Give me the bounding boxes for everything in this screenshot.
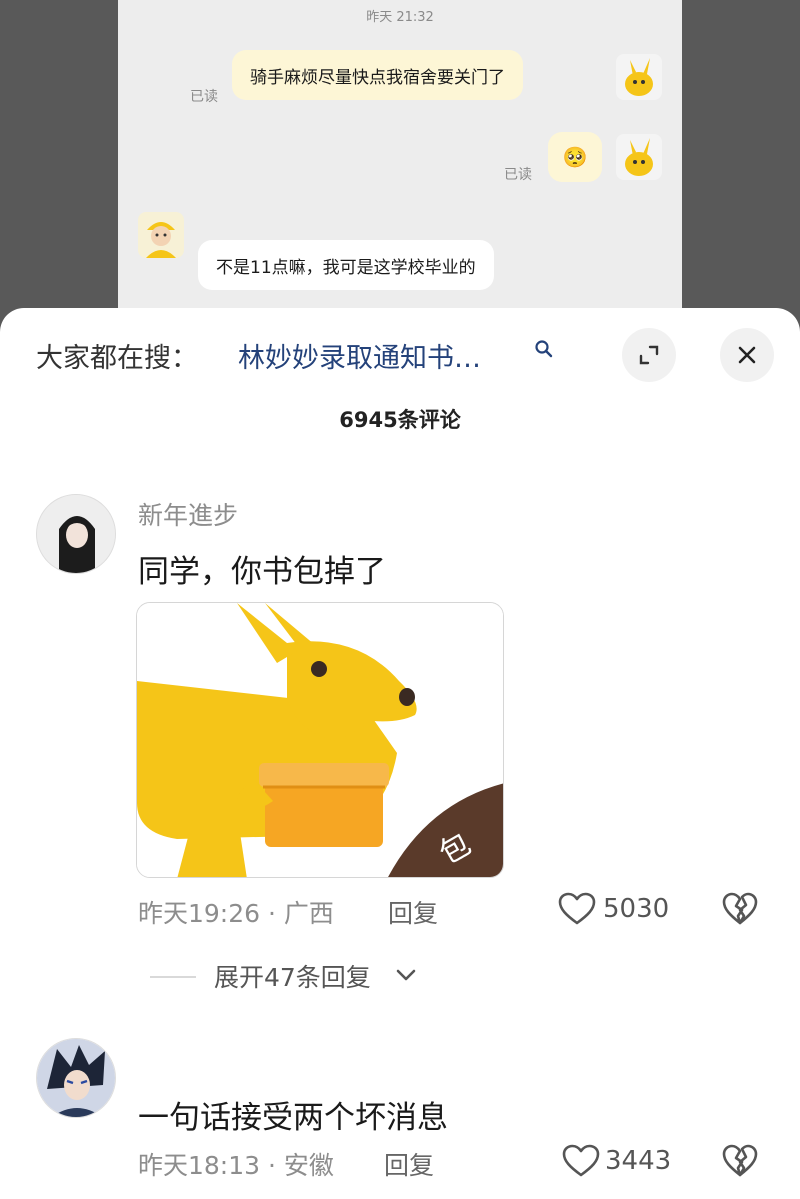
like-count: 5030 — [603, 894, 670, 924]
reply-button[interactable]: 回复 — [384, 1146, 434, 1182]
expand-replies-button[interactable]: 展开47条回复 — [214, 958, 371, 994]
like-count: 3443 — [605, 1146, 672, 1176]
kangaroo-avatar-icon — [616, 134, 662, 180]
heart-icon[interactable] — [558, 892, 596, 926]
broken-heart-icon[interactable] — [722, 892, 758, 926]
expand-icon — [639, 345, 659, 365]
trending-search-link[interactable]: 林妙妙录取通知书… — [238, 336, 481, 375]
user-avatar[interactable] — [36, 1038, 116, 1118]
comment-text: 一句话接受两个坏消息 — [138, 1100, 448, 1136]
user-avatar[interactable] — [36, 494, 116, 574]
expand-button[interactable] — [622, 328, 676, 382]
comment-count: 6945条评论 — [339, 408, 461, 432]
chat-timestamp: 昨天 21:32 — [366, 10, 434, 25]
chat-screenshot: 昨天 21:32 已读 骑手麻烦尽量快点我宿舍要关门了 已读 🥺 不是11点嘛，… — [118, 0, 682, 340]
comment-meta: 昨天18:13 · 安徽 — [138, 1151, 334, 1180]
message-bubble-sent: 骑手麻烦尽量快点我宿舍要关门了 — [232, 50, 523, 100]
divider — [150, 976, 196, 978]
trending-search-label: 大家都在搜： — [36, 343, 198, 374]
comment-username[interactable]: 新年進步 — [138, 496, 238, 532]
comment-meta: 昨天19:26 · 广西 — [138, 899, 334, 928]
read-status: 已读 — [504, 167, 532, 183]
search-icon[interactable] — [534, 339, 554, 359]
read-status: 已读 — [190, 89, 218, 105]
delivery-rider-avatar-icon — [138, 212, 184, 258]
kangaroo-sticker-image[interactable]: 包 — [136, 602, 504, 878]
heart-icon[interactable] — [562, 1144, 600, 1178]
kangaroo-avatar-icon — [616, 54, 662, 100]
chevron-down-icon[interactable] — [396, 968, 416, 982]
comment-sheet: 大家都在搜： 林妙妙录取通知书… 6945条评论 新年進步 同学，你书包掉了 包… — [0, 308, 800, 1199]
message-bubble-received: 不是11点嘛，我可是这学校毕业的 — [198, 240, 494, 290]
reply-button[interactable]: 回复 — [388, 894, 438, 930]
emoji-bubble-sent: 🥺 — [548, 132, 602, 182]
comment-text: 同学，你书包掉了 — [138, 554, 386, 590]
broken-heart-icon[interactable] — [722, 1144, 758, 1178]
close-button[interactable] — [720, 328, 774, 382]
close-icon — [738, 346, 756, 364]
